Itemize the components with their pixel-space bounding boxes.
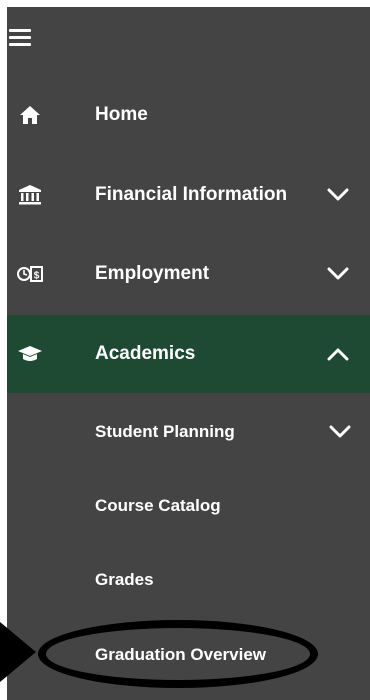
subnav-item-label: Grades <box>95 570 154 589</box>
timecard-dollar-icon: $ <box>17 261 43 287</box>
chevron-up-icon[interactable] <box>327 347 349 361</box>
nav-item-academics[interactable]: Academics <box>7 315 370 393</box>
bank-icon <box>17 182 43 208</box>
subnav-item-label: Course Catalog <box>95 496 221 515</box>
chevron-down-icon[interactable] <box>327 267 349 281</box>
subnav-item-course-catalog[interactable]: Course Catalog <box>7 468 370 544</box>
nav-item-label: Employment <box>95 263 210 284</box>
side-navigation: Home Financial Information $ Employment … <box>7 7 370 700</box>
nav-item-financial-information[interactable]: Financial Information <box>7 156 370 234</box>
chevron-down-icon[interactable] <box>327 188 349 202</box>
graduation-cap-icon <box>17 341 43 367</box>
nav-item-label: Home <box>95 104 148 125</box>
subnav-item-graduation-overview[interactable]: Graduation Overview <box>7 617 370 693</box>
subnav-item-grades[interactable]: Grades <box>7 542 370 618</box>
nav-item-employment[interactable]: $ Employment <box>7 235 370 313</box>
subnav-item-label: Graduation Overview <box>95 645 266 664</box>
nav-item-label: Academics <box>95 343 196 364</box>
hamburger-menu-icon[interactable] <box>9 29 31 47</box>
subnav-item-label: Student Planning <box>95 422 235 441</box>
nav-item-label: Financial Information <box>95 184 288 205</box>
nav-item-home[interactable]: Home <box>7 76 370 154</box>
home-icon <box>17 102 43 128</box>
chevron-down-icon[interactable] <box>329 425 351 439</box>
subnav-item-student-planning[interactable]: Student Planning <box>7 394 370 470</box>
svg-text:$: $ <box>34 271 40 282</box>
